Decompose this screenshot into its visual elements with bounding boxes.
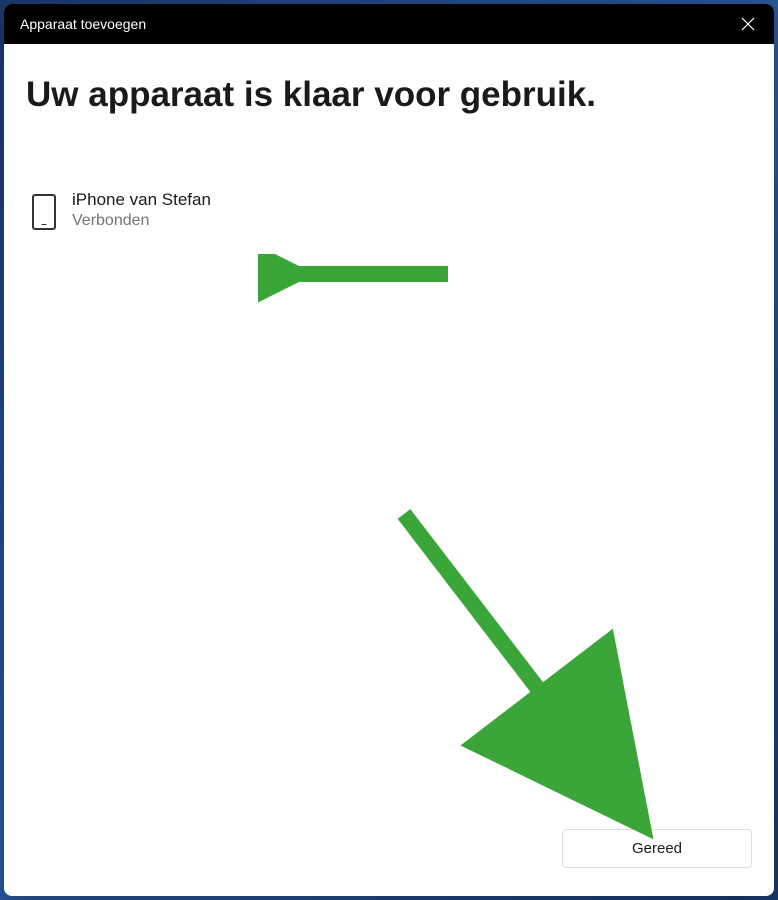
close-button[interactable] xyxy=(738,14,758,34)
annotation-arrow-icon xyxy=(258,254,458,304)
dialog-content: Uw apparaat is klaar voor gebruik. iPhon… xyxy=(4,44,774,829)
done-button[interactable]: Gereed xyxy=(562,829,752,868)
close-icon xyxy=(741,17,755,31)
device-info: iPhone van Stefan Verbonden xyxy=(72,190,211,230)
titlebar-title: Apparaat toevoegen xyxy=(20,16,146,32)
dialog-footer: Gereed xyxy=(4,829,774,896)
annotation-arrow-icon xyxy=(384,504,684,844)
page-title: Uw apparaat is klaar voor gebruik. xyxy=(26,74,752,116)
device-list-item[interactable]: iPhone van Stefan Verbonden xyxy=(26,186,752,234)
device-status: Verbonden xyxy=(72,212,211,230)
add-device-dialog: Apparaat toevoegen Uw apparaat is klaar … xyxy=(4,4,774,896)
titlebar: Apparaat toevoegen xyxy=(4,4,774,44)
phone-icon xyxy=(32,194,56,230)
device-name: iPhone van Stefan xyxy=(72,190,211,210)
